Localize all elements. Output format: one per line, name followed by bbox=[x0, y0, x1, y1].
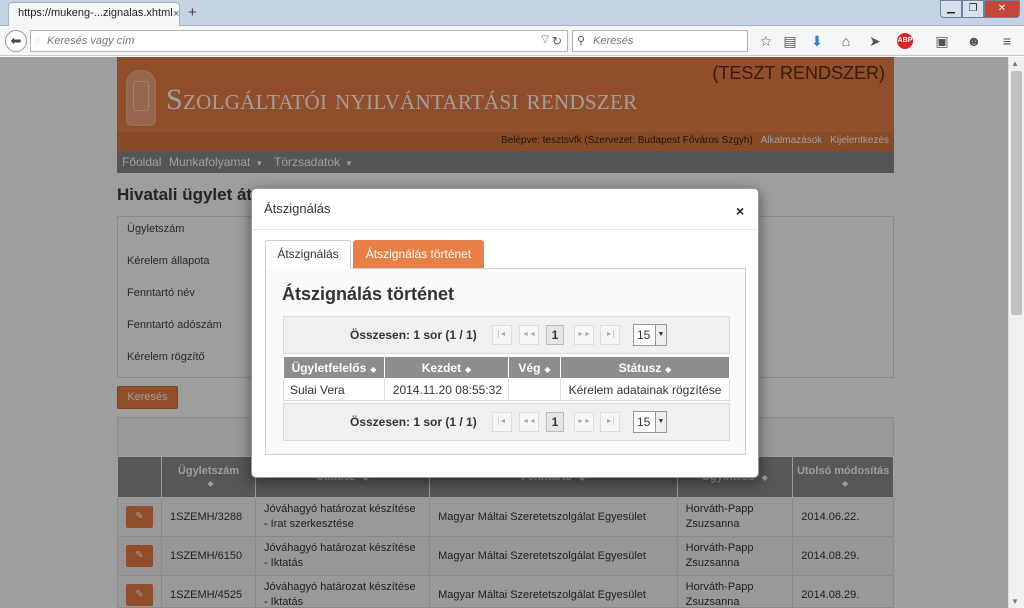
first-page-icon[interactable]: |◄ bbox=[492, 412, 512, 432]
paginator-bottom: Összesen: 1 sor (1 / 1) |◄ ◄◄ 1 ►► ►| 15… bbox=[283, 403, 730, 441]
column-header-start[interactable]: Kezdet ◆ bbox=[384, 356, 509, 379]
sort-icon: ◆ bbox=[465, 364, 472, 374]
chat-icon[interactable]: ☻ bbox=[965, 32, 983, 50]
tab-reassignment-history[interactable]: Átszignálás történet bbox=[353, 240, 484, 268]
history-heading: Átszignálás történet bbox=[282, 284, 455, 304]
last-page-icon[interactable]: ►| bbox=[600, 325, 620, 345]
last-page-icon[interactable]: ►| bbox=[600, 412, 620, 432]
sort-icon: ◆ bbox=[665, 364, 672, 374]
table-row: Sulai Vera 2014.11.20 08:55:32 Kérelem a… bbox=[283, 378, 730, 401]
paginator-top: Összesen: 1 sor (1 / 1) |◄ ◄◄ 1 ►► ►| 15… bbox=[283, 316, 730, 354]
dialog-title: Átszignálás bbox=[264, 201, 331, 216]
url-input[interactable]: ◌ Keresés vagy cím ▽ ↻ bbox=[30, 30, 568, 52]
column-header-owner[interactable]: Ügyletfelelős ◆ bbox=[283, 356, 385, 379]
url-placeholder: Keresés vagy cím bbox=[47, 35, 135, 47]
prev-page-icon[interactable]: ◄◄ bbox=[519, 412, 539, 432]
screenshot-icon[interactable]: ▣ bbox=[933, 32, 951, 50]
download-icon[interactable]: ⬇ bbox=[808, 32, 826, 50]
pager-summary: Összesen: 1 sor (1 / 1) bbox=[350, 328, 477, 342]
adblock-icon[interactable]: ABP bbox=[897, 33, 913, 49]
chevron-down-icon: ▼ bbox=[655, 325, 666, 345]
new-tab-button[interactable]: + bbox=[188, 4, 197, 21]
chevron-down-icon[interactable]: ▽ bbox=[541, 34, 549, 45]
search-icon: ⚲ bbox=[577, 35, 586, 47]
globe-icon: ◌ bbox=[34, 35, 40, 46]
pager-summary: Összesen: 1 sor (1 / 1) bbox=[350, 415, 477, 429]
tab-panel: Átszignálás történet Összesen: 1 sor (1 … bbox=[265, 268, 746, 455]
window-minimize-button[interactable]: ▁ bbox=[940, 0, 962, 18]
browser-search-input[interactable]: ⚲ Keresés bbox=[572, 30, 748, 52]
bookmark-star-icon[interactable]: ☆ bbox=[757, 32, 775, 50]
back-arrow-icon[interactable]: ⬅ bbox=[5, 30, 27, 52]
tab-close-icon[interactable]: × bbox=[173, 8, 179, 20]
home-icon[interactable]: ⌂ bbox=[837, 32, 855, 50]
browser-tab[interactable]: https://mukeng-...zignalas.xhtml × bbox=[8, 2, 180, 26]
browser-navbar: ⬅ ◌ Keresés vagy cím ▽ ↻ ⚲ Keresés ☆ ▤ ⬇… bbox=[0, 26, 1024, 56]
history-table: Ügyletfelelős ◆ Kezdet ◆ Vég ◆ Státusz ◆ Sul… bbox=[283, 356, 730, 401]
cell-end bbox=[508, 378, 561, 401]
hamburger-menu-icon[interactable]: ≡ bbox=[998, 32, 1016, 50]
sort-icon: ◆ bbox=[544, 364, 551, 374]
browser-search-placeholder: Keresés bbox=[593, 35, 634, 47]
reload-icon[interactable]: ↻ bbox=[552, 34, 562, 48]
page-scrollbar[interactable]: ▲ ▼ bbox=[1008, 57, 1024, 608]
scroll-up-icon[interactable]: ▲ bbox=[1011, 59, 1019, 68]
page-number-button[interactable]: 1 bbox=[546, 325, 564, 345]
next-page-icon[interactable]: ►► bbox=[574, 412, 594, 432]
sort-icon: ◆ bbox=[370, 364, 377, 374]
reassignment-dialog: Átszignálás × Átszignálás Átszignálás tö… bbox=[251, 188, 759, 478]
scrollbar-thumb[interactable] bbox=[1011, 71, 1022, 315]
chevron-down-icon: ▼ bbox=[655, 412, 666, 432]
browser-tab-strip: https://mukeng-...zignalas.xhtml × + ▁ ❐… bbox=[0, 0, 1024, 26]
page-size-select[interactable]: 15 ▼ bbox=[633, 411, 667, 433]
first-page-icon[interactable]: |◄ bbox=[492, 325, 512, 345]
dialog-header: Átszignálás × bbox=[252, 189, 758, 230]
window-close-button[interactable]: ✕ bbox=[984, 0, 1020, 18]
window-maximize-button[interactable]: ❐ bbox=[962, 0, 984, 18]
close-icon[interactable]: × bbox=[736, 203, 744, 219]
cell-owner: Sulai Vera bbox=[283, 378, 385, 401]
prev-page-icon[interactable]: ◄◄ bbox=[519, 325, 539, 345]
send-icon[interactable]: ➤ bbox=[866, 32, 884, 50]
scroll-down-icon[interactable]: ▼ bbox=[1011, 597, 1019, 606]
next-page-icon[interactable]: ►► bbox=[574, 325, 594, 345]
page-number-button[interactable]: 1 bbox=[546, 412, 564, 432]
reading-list-icon[interactable]: ▤ bbox=[781, 32, 799, 50]
browser-tab-title: https://mukeng-...zignalas.xhtml bbox=[18, 7, 173, 19]
column-header-end[interactable]: Vég ◆ bbox=[508, 356, 561, 379]
cell-start: 2014.11.20 08:55:32 bbox=[384, 378, 509, 401]
tab-reassignment[interactable]: Átszignálás bbox=[265, 240, 351, 269]
column-header-status[interactable]: Státusz ◆ bbox=[560, 356, 730, 379]
cell-status: Kérelem adatainak rögzítése bbox=[560, 378, 730, 401]
page-size-select[interactable]: 15 ▼ bbox=[633, 324, 667, 346]
